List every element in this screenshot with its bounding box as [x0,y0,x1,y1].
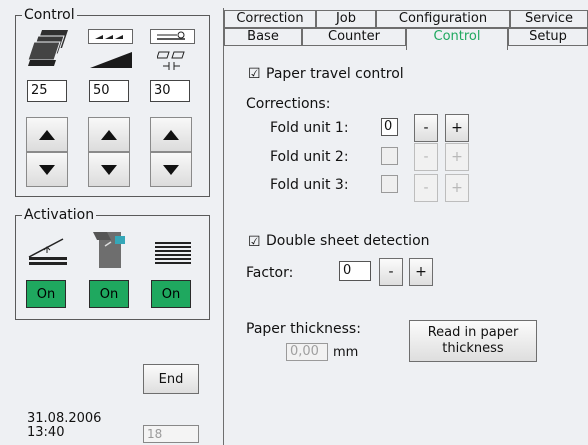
tab-control[interactable]: Control [406,28,508,50]
paper-thickness-field: 0,00 [286,343,328,361]
fold-unit-2-minus-button: - [414,143,438,171]
fold-unit-1-label: Fold unit 1: [270,120,349,136]
paper-travel-label: Paper travel control [266,66,404,82]
date-label: 31.08.2006 [27,411,102,426]
read-thickness-button[interactable]: Read in paper thickness [409,320,537,362]
corrections-label: Corrections: [246,96,331,112]
arrow-up-icon [39,129,55,140]
control-1-down-button[interactable] [26,152,68,187]
tab-correction[interactable]: Correction [224,10,316,28]
activation-3-on-button[interactable]: On [151,280,191,308]
arrow-up-icon [101,129,117,140]
fold-unit-3-minus-button: - [414,174,438,202]
activation-1-on-button[interactable]: On [26,280,66,308]
machine-unit-icon [93,232,125,268]
control-3-down-button[interactable] [150,152,192,187]
tab-counter[interactable]: Counter [302,28,406,46]
paper-thickness-unit: mm [333,345,359,360]
fold-unit-1-plus-button[interactable]: + [445,114,469,142]
control-3-up-button[interactable] [150,117,192,152]
tab-service[interactable]: Service [510,10,588,28]
fold-unit-3-plus-button: + [445,174,469,202]
tab-setup[interactable]: Setup [508,28,588,46]
paper-thickness-label: Paper thickness: [246,321,361,337]
control-2-up-button[interactable] [88,117,130,152]
paper-travel-checkbox[interactable]: ☑ [248,67,261,81]
fold-unit-2-plus-button: + [445,143,469,171]
arrow-down-icon [39,164,55,175]
double-sheet-checkbox[interactable]: ☑ [248,235,261,249]
activation-group-title: Activation [22,206,97,224]
fold-unit-3-label: Fold unit 3: [270,177,349,193]
factor-field[interactable]: 0 [339,261,371,281]
tab-job[interactable]: Job [316,10,376,28]
control-1-up-button[interactable] [26,117,68,152]
control-field-3[interactable]: 30 [150,80,190,102]
activation-2-on-button[interactable]: On [89,280,129,308]
speed-display-icon [88,29,133,44]
time-label: 13:40 [27,425,65,440]
tab-base[interactable]: Base [224,28,302,46]
fold-unit-2-label: Fold unit 2: [270,149,349,165]
factor-minus-button[interactable]: - [379,258,403,286]
footer-field: 18 [143,425,199,443]
fold-unit-1-field[interactable]: 0 [381,118,398,136]
fold-unit-2-field [381,147,398,165]
arrow-down-icon [101,164,117,175]
arrow-down-icon [163,164,179,175]
sheet-feed-icon [28,238,67,265]
output-stack-icon [155,242,191,264]
control-field-1[interactable]: 25 [27,80,67,102]
arrow-up-icon [163,129,179,140]
sheet-feed-display-icon [150,29,195,44]
fold-unit-3-field [381,175,398,193]
factor-label: Factor: [246,265,294,281]
factor-plus-button[interactable]: + [409,258,433,286]
speed-ramp-icon [90,52,132,68]
control-2-down-button[interactable] [88,152,130,187]
paper-stack-icon [28,30,68,66]
tab-configuration[interactable]: Configuration [376,10,510,28]
control-field-2[interactable]: 50 [89,80,129,102]
double-sheet-label: Double sheet detection [266,233,430,249]
fold-gap-icon [157,51,185,70]
end-button[interactable]: End [143,364,199,394]
control-group-title: Control [22,6,77,24]
fold-unit-1-minus-button[interactable]: - [414,114,438,142]
